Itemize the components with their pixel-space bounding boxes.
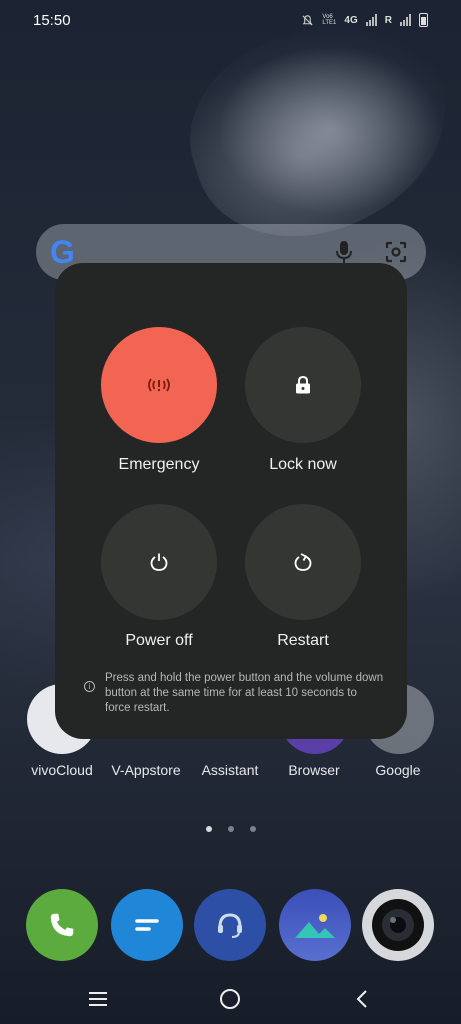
- status-time: 15:50: [33, 11, 71, 29]
- force-restart-note: i Press and hold the power button and th…: [84, 671, 384, 716]
- page-dot: [205, 826, 212, 832]
- info-icon: i: [84, 681, 95, 692]
- signal-icon: [365, 14, 377, 26]
- signal-icon-2: [400, 14, 411, 26]
- power-icon: [150, 553, 168, 571]
- home-circle-icon[interactable]: [219, 988, 241, 1010]
- emergency-label: Emergency: [118, 456, 200, 473]
- power-off-button[interactable]: [101, 504, 217, 620]
- camera-app-icon[interactable]: [362, 889, 434, 961]
- app-label[interactable]: Browser: [288, 762, 339, 778]
- restart-button[interactable]: [245, 504, 361, 620]
- google-logo-icon: G: [50, 234, 75, 270]
- power-off-label: Power off: [125, 632, 193, 649]
- network-type: 4G: [344, 14, 358, 26]
- app-label[interactable]: vivoCloud: [31, 762, 92, 778]
- support-app-icon[interactable]: [194, 889, 266, 961]
- lock-now-label: Lock now: [269, 456, 337, 473]
- restart-label: Restart: [277, 632, 329, 649]
- recents-menu-icon[interactable]: [87, 990, 109, 1008]
- status-bar: 15:50 Vo6 LTE1 4G R: [0, 0, 461, 40]
- battery-icon: [419, 13, 428, 27]
- app-label[interactable]: Google: [375, 762, 420, 778]
- restart-icon: [294, 553, 312, 571]
- lens-icon[interactable]: [384, 240, 408, 264]
- emergency-button[interactable]: [101, 327, 217, 443]
- messages-app-icon[interactable]: [111, 889, 183, 961]
- page-indicator: [0, 826, 461, 832]
- volte-badge: Vo6 LTE1: [322, 14, 337, 26]
- back-icon[interactable]: [354, 989, 370, 1009]
- mic-icon[interactable]: [336, 240, 352, 264]
- lock-icon: [296, 375, 310, 394]
- roaming-indicator: R: [384, 14, 392, 26]
- page-dot: [249, 826, 256, 832]
- navigation-bar: [0, 976, 461, 1024]
- status-icons: Vo6 LTE1 4G R: [301, 13, 428, 27]
- mute-icon: [302, 14, 313, 26]
- page-dot: [227, 826, 234, 832]
- gallery-app-icon[interactable]: [279, 889, 351, 961]
- app-label[interactable]: V-Appstore: [111, 762, 180, 778]
- dock: [0, 889, 461, 961]
- lock-now-button[interactable]: [245, 327, 361, 443]
- home-app-labels: vivoCloud V-Appstore Assistant Browser G…: [0, 762, 461, 786]
- app-label[interactable]: Assistant: [202, 762, 259, 778]
- power-menu-panel: Emergency Lock now Power off Restart i P…: [55, 263, 407, 739]
- force-restart-text: Press and hold the power button and the …: [105, 672, 384, 714]
- emergency-alert-icon: [148, 378, 170, 392]
- phone-app-icon[interactable]: [26, 889, 98, 961]
